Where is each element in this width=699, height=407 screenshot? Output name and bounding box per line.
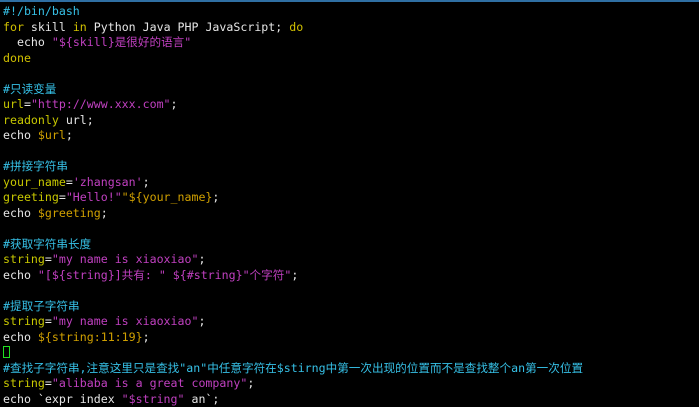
code-token-plain: = [45,376,52,390]
code-token-keyword: done [3,51,31,65]
code-token-plain: skill [24,20,73,34]
code-token-plain: ; [66,128,73,142]
code-token-plain: ; [247,376,254,390]
code-token-plain: echo [3,206,38,220]
code-token-ident: url [3,97,24,111]
code-token-plain: echo [3,268,38,282]
code-token-string: "http://www.xxx.com" [31,97,171,111]
code-line [3,345,697,361]
code-token-keyword: for [3,20,24,34]
code-token-string: "[${string}]共有: " ${#string}"个字符" [38,268,291,282]
code-token-string: "$string" [122,392,185,406]
code-line: echo `expr index "$string" an`; [3,392,697,407]
code-token-variable: $greeting [38,206,101,220]
code-token-plain: ; [198,252,205,266]
code-line: greeting="Hello!""${your_name}; [3,190,697,206]
code-line: #获取字符串长度 [3,237,697,253]
code-line: done [3,51,697,67]
code-token-keyword: do [289,20,303,34]
code-line: for skill in Python Java PHP JavaScript;… [3,20,697,36]
code-token-plain: ; [212,190,219,204]
code-line: echo "[${string}]共有: " ${#string}"个字符"; [3,268,697,284]
code-token-plain: echo [3,330,38,344]
code-token-plain: echo [3,128,38,142]
code-line: echo "${skill}是很好的语言" [3,35,697,51]
code-token-plain: ; [143,175,150,189]
code-token-plain: Python Java PHP JavaScript; [87,20,289,34]
code-line: string="my name is xiaoxiao"; [3,314,697,330]
code-line: #拼接字符串 [3,159,697,175]
code-line: string="my name is xiaoxiao"; [3,252,697,268]
code-token-plain: echo [3,35,52,49]
code-token-string: "my name is xiaoxiao" [52,314,199,328]
code-line: echo ${string:11:19}; [3,330,697,346]
code-line: #提取子字符串 [3,299,697,315]
code-token-variable: $url [38,128,66,142]
code-token-comment: #!/bin/bash [3,4,80,18]
code-token-plain: ; [101,206,108,220]
code-token-variable: "${your_name} [122,190,213,204]
code-token-plain: an`; [185,392,220,406]
code-token-plain: = [66,175,73,189]
code-token-plain: ; [171,97,178,111]
code-token-comment: #拼接字符串 [3,159,68,173]
code-line: readonly url; [3,113,697,129]
code-token-ident: greeting [3,190,59,204]
code-line [3,66,697,82]
code-token-comment: #查找子字符串,注意这里只是查找"an"中任意字符在$stirng中第一次出现的… [3,361,583,375]
code-line: #查找子字符串,注意这里只是查找"an"中任意字符在$stirng中第一次出现的… [3,361,697,377]
code-token-string: "alibaba is a great company" [52,376,247,390]
code-line [3,221,697,237]
terminal-editor[interactable]: #!/bin/bash for skill in Python Java PHP … [3,4,697,401]
code-token-string: "${skill}是很好的语言" [52,35,191,49]
window-top-border [0,0,699,2]
code-token-string: 'zhangsan' [73,175,143,189]
code-token-plain: url; [59,113,94,127]
code-line: url="http://www.xxx.com"; [3,97,697,113]
code-token-ident: your_name [3,175,66,189]
code-token-keyword: in [73,20,87,34]
code-token-ident: string [3,252,45,266]
code-line: #!/bin/bash [3,4,697,20]
code-line: #只读变量 [3,82,697,98]
code-line [3,144,697,160]
code-token-plain: ; [143,330,150,344]
code-token-variable: ${string:11:19} [38,330,143,344]
code-line: echo $greeting; [3,206,697,222]
text-cursor [3,346,10,358]
code-token-plain: = [24,97,31,111]
code-line: string="alibaba is a great company"; [3,376,697,392]
code-token-plain: echo `expr index [3,392,122,406]
code-token-plain: = [45,314,52,328]
code-token-plain: = [45,252,52,266]
code-token-plain: = [59,190,66,204]
code-token-ident: string [3,314,45,328]
code-token-ident: string [3,376,45,390]
code-token-string: "Hello!" [66,190,122,204]
code-line [3,283,697,299]
code-token-string: "my name is xiaoxiao" [52,252,199,266]
code-line: echo $url; [3,128,697,144]
code-token-plain: ; [291,268,298,282]
code-token-ident: readonly [3,113,59,127]
code-token-comment: #获取字符串长度 [3,237,91,251]
code-line: your_name='zhangsan'; [3,175,697,191]
code-token-comment: #只读变量 [3,82,56,96]
code-token-comment: #提取子字符串 [3,299,80,313]
code-token-plain: ; [198,314,205,328]
